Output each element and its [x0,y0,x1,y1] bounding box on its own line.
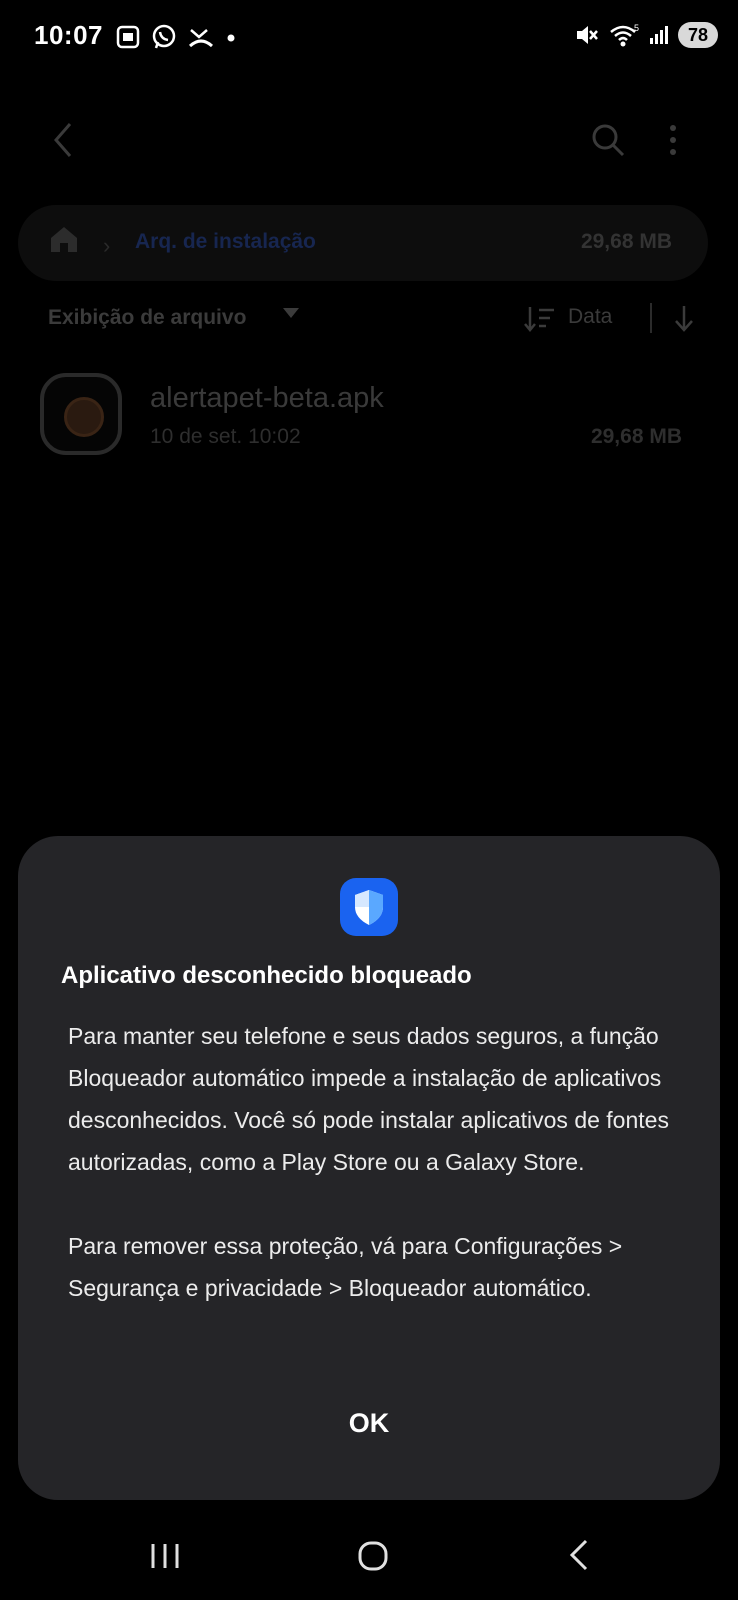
file-date: 10 de set. 10:02 [150,425,301,448]
apk-file-icon [40,373,122,455]
svg-text:5: 5 [634,23,639,33]
path-chevron-icon: › [103,233,111,258]
dot-icon [227,34,235,42]
whatsapp-icon [152,24,176,49]
home-button-icon[interactable] [358,1541,388,1571]
view-mode-label[interactable]: Exibição de arquivo [48,306,246,330]
file-size: 29,68 MB [590,425,682,448]
back-arrow-icon[interactable] [50,122,78,158]
ok-button[interactable]: OK [319,1400,419,1446]
recent-apps-icon[interactable] [150,1542,180,1570]
sort-direction-icon[interactable] [673,304,695,332]
file-name[interactable]: alertapet-beta.apk [150,382,384,415]
more-options-icon[interactable] [668,124,678,156]
dialog-title: Aplicativo desconhecido bloqueado [61,962,472,989]
status-time: 10:07 [34,20,103,50]
sort-divider [650,303,652,333]
nav-back-icon[interactable] [568,1539,590,1571]
search-icon[interactable] [590,122,626,158]
status-right-icons: 5 78 [574,22,718,48]
mute-icon [576,26,598,44]
wifi-icon: 5 [610,23,639,47]
home-icon[interactable] [48,224,80,254]
sort-label[interactable]: Data [568,305,612,329]
dialog-body: Para manter seu telefone e seus dados se… [68,1015,688,1309]
missed-call-icon [188,29,214,48]
folder-size: 29,68 MB [580,230,672,253]
breadcrumb-folder[interactable]: Arq. de instalação [135,230,316,254]
dialog-paragraph-2: Para remover essa proteção, vá para Conf… [68,1233,623,1301]
battery-level: 78 [677,22,718,48]
screenshot-icon [116,25,140,49]
sort-icon[interactable] [524,305,556,333]
signal-icon [649,26,668,44]
dropdown-arrow-icon[interactable] [282,307,300,319]
dialog-paragraph-1: Para manter seu telefone e seus dados se… [68,1023,669,1175]
status-left-icons [115,24,237,50]
shield-icon [340,878,398,936]
